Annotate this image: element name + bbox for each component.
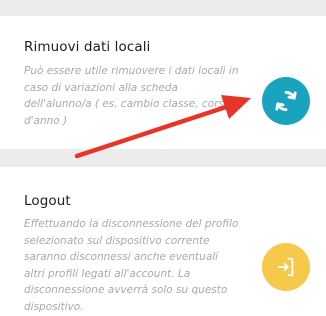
sync-icon: [275, 90, 297, 112]
logout-card: Logout Effettuando la disconnessione del…: [0, 167, 326, 316]
local-data-card: Rimuovi dati locali Può essere utile rim…: [0, 16, 326, 149]
logout-description: Effettuando la disconnessione del profil…: [24, 218, 239, 313]
top-spacer: [0, 0, 326, 16]
local-data-title: Rimuovi dati locali: [24, 39, 151, 55]
logout-title: Logout: [24, 193, 71, 209]
local-data-description: Può essere utile rimuovere i dati locali…: [24, 65, 239, 127]
logout-icon: [277, 257, 294, 277]
logout-button[interactable]: [262, 243, 310, 291]
remove-local-data-button[interactable]: [262, 77, 310, 125]
